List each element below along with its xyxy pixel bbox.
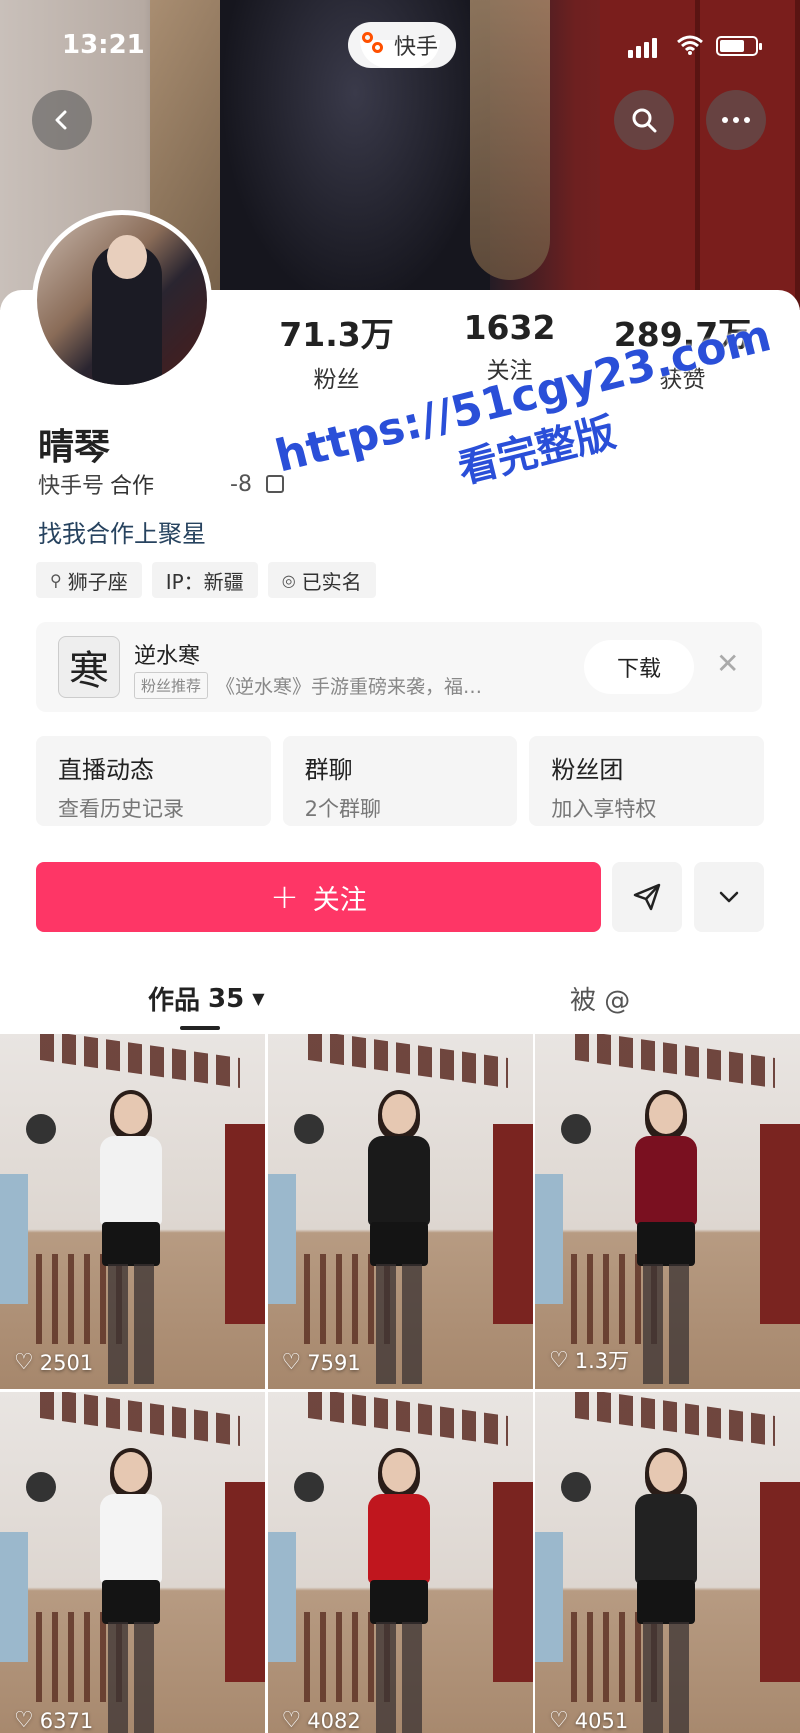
stat-followers[interactable]: 71.3万 粉丝 [250,308,423,394]
heart-icon: ♡ [14,1708,34,1733]
video-likes: ♡ 2501 [14,1350,93,1375]
signal-icon [628,38,657,58]
heart-icon: ♡ [281,1708,302,1733]
heart-icon: ♡ [14,1350,34,1375]
video-likes-count: 4051 [574,1708,629,1733]
tag-verified: ◎ 已实名 [267,562,376,598]
search-icon [632,108,657,133]
video-likes: ♡ 4082 [282,1708,361,1733]
card-title: 群聊 [304,756,353,784]
video-tile[interactable]: ♡ 4051 [535,1392,800,1733]
fan-club-card[interactable]: 粉丝团 加入享特权 [529,736,765,826]
tag-label: IP：新疆 [165,569,244,594]
video-tile[interactable]: ♡ 1.3万 [535,1034,800,1389]
tab-works-label: 作品 [148,986,201,1016]
heart-icon: ♡ [281,1350,302,1375]
group-chat-card[interactable]: 群聊 2个群聊 [282,736,518,826]
app-name: 快手 [394,35,439,60]
send-icon [633,883,661,911]
more-dots-icon [722,117,750,123]
profile-tags: ⚲ 狮子座 IP：新疆 ◎ 已实名 [36,562,376,598]
profile-bio[interactable]: 找我合作上聚星 [38,514,206,549]
back-button[interactable] [32,90,92,150]
kuaishou-id-label: 快手号 [38,474,105,499]
card-subtitle: 2个群聊 [304,797,382,821]
heart-icon: ♡ [549,1347,569,1373]
wifi-icon [677,35,703,55]
card-title: 粉丝团 [551,756,624,784]
verified-icon: ◎ [281,570,296,590]
kuaishou-id: 快手号 合作 -8 [38,468,284,500]
plus-icon: + [270,877,299,917]
card-subtitle: 加入享特权 [551,797,657,821]
tag-label: 已实名 [301,569,362,594]
following-count: 1632 [463,308,556,347]
video-likes-count: 7591 [307,1350,361,1375]
video-grid: ♡ 2501 ♡ 7591 ♡ 1.3万 ♡ 6371 ♡ 4082 ♡ 4051 [0,1034,800,1733]
ad-title: 逆水寒 [134,644,201,669]
zodiac-icon: ⚲ [50,570,62,590]
video-likes-count: 6371 [39,1708,94,1733]
expand-button[interactable] [694,862,764,932]
tag-zodiac: ⚲ 狮子座 [36,562,142,598]
app-badge[interactable]: 快手 [348,22,457,68]
video-likes-count: 4082 [307,1708,361,1733]
video-likes-count: 2501 [39,1350,94,1375]
follow-button[interactable]: + 关注 [36,862,601,932]
video-likes: ♡ 6371 [14,1708,93,1733]
close-icon[interactable]: ✕ [716,650,739,678]
status-bar: 13:21 快手 [0,22,800,70]
live-history-card[interactable]: 直播动态 查看历史记录 [36,736,271,826]
ad-description: 《逆水寒》手游重磅来袭，福… [216,676,483,698]
quick-cards: 直播动态 查看历史记录 群聊 2个群聊 粉丝团 加入享特权 [36,736,765,826]
video-likes: ♡ 7591 [282,1350,361,1375]
more-button[interactable] [706,90,766,150]
video-tile[interactable]: ♡ 2501 [0,1034,265,1389]
caret-down-icon: ▼ [252,989,265,1008]
ad-banner[interactable]: 寒 逆水寒 粉丝推荐 《逆水寒》手游重磅来袭，福… 下载 ✕ [36,622,762,712]
status-time: 13:21 [62,30,145,60]
tag-label: 狮子座 [67,569,128,594]
tab-mentions[interactable]: 被 @ [570,980,630,1017]
avatar[interactable] [32,210,212,390]
followers-label: 粉丝 [313,367,360,393]
video-tile[interactable]: ♡ 6371 [0,1392,265,1733]
share-button[interactable] [612,862,682,932]
kuaishou-id-value: 合作 [110,474,155,499]
followers-count: 71.3万 [279,315,394,354]
video-tile[interactable]: ♡ 7591 [267,1034,533,1389]
search-button[interactable] [614,90,674,150]
video-likes-count: 1.3万 [574,1349,630,1373]
profile-name: 晴琴 [38,427,111,468]
tab-works-count: 35 [208,983,245,1014]
ad-badge: 粉丝推荐 [134,672,209,699]
game-app-icon: 寒 [58,636,120,698]
content-tabs: 作品 35 ▼ 被 @ [0,960,800,1030]
heart-icon: ♡ [549,1708,569,1733]
tag-ip: IP：新疆 [151,562,258,598]
card-title: 直播动态 [58,756,154,784]
kuaishou-id-suffix: -8 [230,471,252,497]
tab-works[interactable]: 作品 35 ▼ [148,980,265,1017]
ad-subtitle: 粉丝推荐 《逆水寒》手游重磅来袭，福… [134,672,482,699]
video-likes: ♡ 1.3万 [549,1345,629,1375]
video-likes: ♡ 4051 [549,1708,628,1733]
download-button[interactable]: 下载 [584,640,694,694]
tab-active-indicator [180,1026,220,1030]
card-subtitle: 查看历史记录 [58,797,184,821]
video-tile[interactable]: ♡ 4082 [267,1392,533,1733]
battery-icon [716,36,762,56]
chevron-down-icon [719,891,739,903]
follow-label: 关注 [312,884,367,916]
chevron-left-icon [55,110,67,130]
kuaishou-logo-icon [362,32,388,58]
